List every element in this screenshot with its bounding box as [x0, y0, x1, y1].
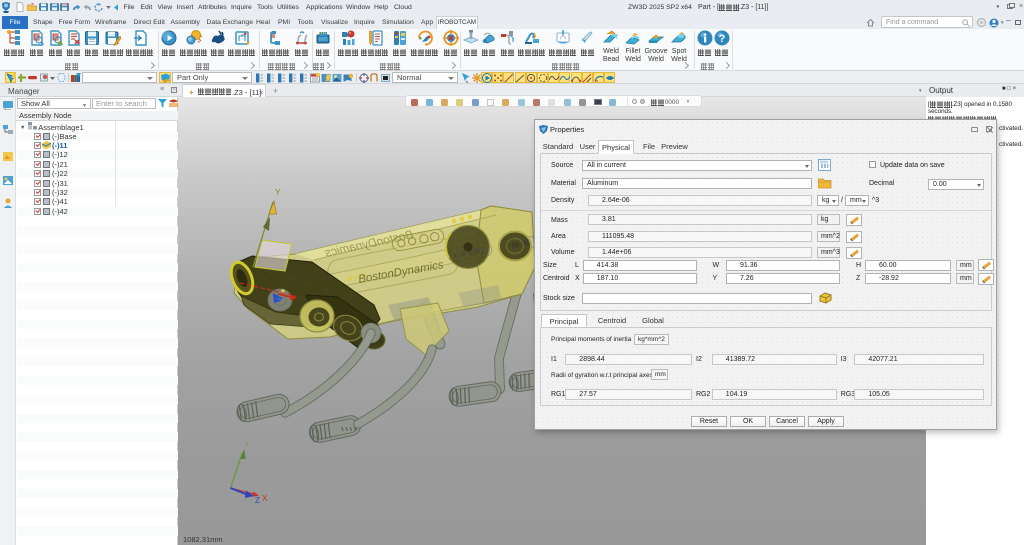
svg-text:Y: Y: [244, 440, 250, 449]
svg-text:Z: Z: [255, 496, 260, 505]
svg-text:X: X: [262, 494, 268, 503]
svg-text:?: ?: [719, 33, 726, 45]
svg-text:Y: Y: [275, 187, 281, 197]
